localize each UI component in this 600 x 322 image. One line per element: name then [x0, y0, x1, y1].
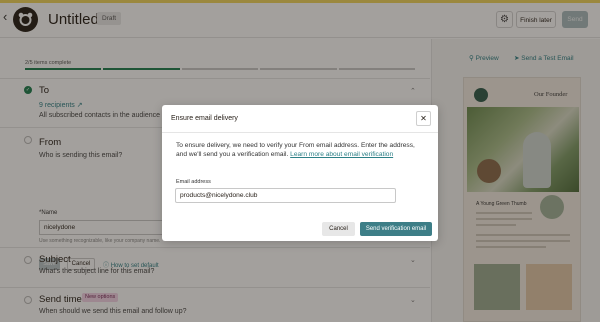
send-verification-button[interactable]: Send verification email	[360, 222, 432, 236]
close-icon[interactable]: ✕	[416, 111, 431, 126]
modal-title: Ensure email delivery	[171, 115, 238, 122]
modal-description: To ensure delivery, we need to verify yo…	[176, 142, 415, 158]
email-address-input[interactable]: products@nicelydone.club	[175, 188, 396, 203]
email-address-label: Email address	[176, 179, 211, 185]
modal-cancel-button[interactable]: Cancel	[322, 222, 355, 236]
learn-more-link[interactable]: Learn more about email verification	[290, 151, 393, 158]
modal-divider	[162, 132, 438, 133]
email-verification-modal: Ensure email delivery ✕ To ensure delive…	[162, 105, 438, 241]
